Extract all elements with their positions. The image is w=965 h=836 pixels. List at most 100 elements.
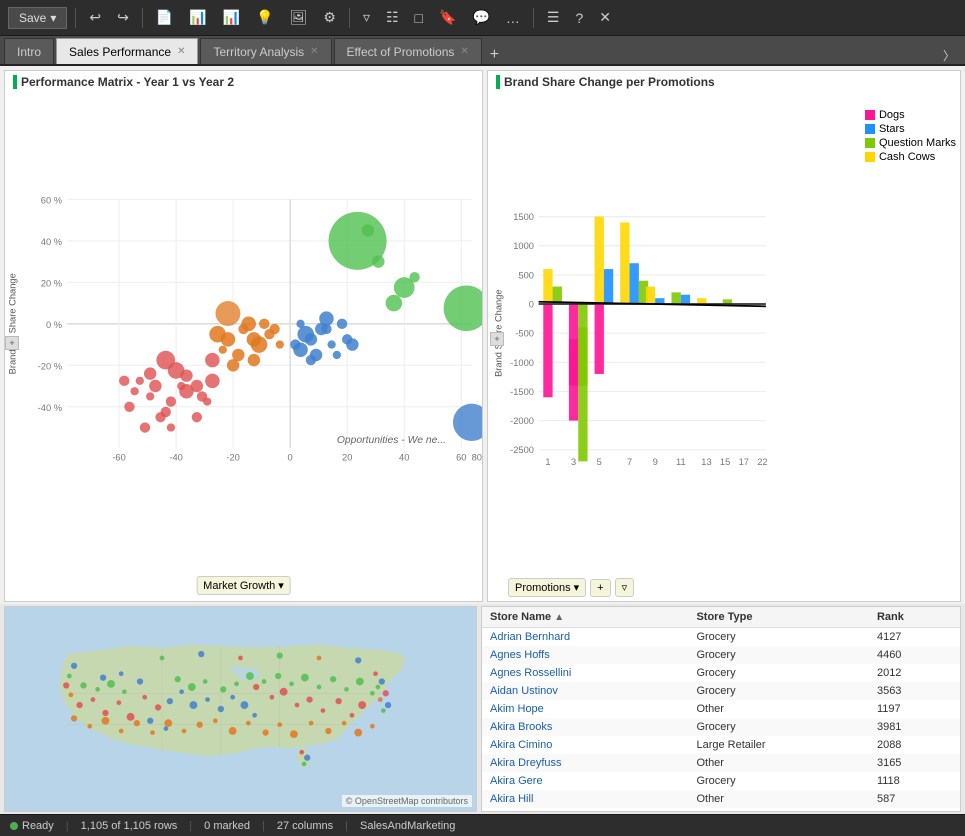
more-icon[interactable]: … (501, 7, 525, 29)
svg-text:-60: -60 (112, 453, 125, 463)
svg-text:1000: 1000 (513, 241, 534, 251)
save-dropdown-arrow[interactable]: ▾ (50, 11, 56, 25)
svg-text:20 %: 20 % (41, 278, 62, 288)
filter-icon[interactable]: ▿ (358, 6, 375, 29)
svg-text:-2000: -2000 (510, 416, 534, 426)
cell-store-type: Grocery (688, 628, 869, 647)
menu-icon[interactable]: ☰ (542, 6, 565, 29)
svg-text:-1500: -1500 (510, 387, 534, 397)
table-header-row: Store Name ▲ Store Type Rank (482, 607, 960, 628)
svg-text:-20: -20 (226, 453, 239, 463)
comment-icon[interactable]: 💬 (467, 6, 494, 29)
help-icon[interactable]: ? (570, 7, 588, 29)
filter-arrow: ▾ (278, 579, 284, 592)
svg-text:0 %: 0 % (46, 320, 62, 330)
table-row[interactable]: Akim Hope Other 1197 (482, 700, 960, 718)
tab-close-sales[interactable]: ✕ (177, 46, 185, 57)
bar-chart-body: + + 1500 1000 500 (488, 89, 960, 589)
cell-store-name: Akira Brooks (482, 718, 688, 736)
data-table: Store Name ▲ Store Type Rank Adrian Bern… (482, 607, 960, 808)
scatter-title: Performance Matrix - Year 1 vs Year 2 (21, 75, 234, 89)
column-count: 27 columns (277, 820, 333, 832)
bar-extra-filter[interactable]: ▿ (615, 578, 635, 597)
close-icon[interactable]: ✕ (594, 6, 616, 29)
bar-chart-accent (496, 75, 500, 89)
col-rank[interactable]: Rank (869, 607, 960, 628)
chart-icon[interactable]: 📊 (218, 6, 245, 29)
cell-store-type: Grocery (688, 718, 869, 736)
status-text: Ready (22, 820, 54, 832)
scatter-svg: 60 % 40 % 20 % 0 % -20 % -40 % -60 -40 -… (5, 89, 482, 569)
svg-text:80: 80 (472, 453, 482, 463)
table-row[interactable]: Aidan Ustinov Grocery 3563 (482, 682, 960, 700)
cell-rank: 4460 (869, 646, 960, 664)
table-row[interactable]: Akira Gere Grocery 1118 (482, 772, 960, 790)
bar-chart-svg: 1500 1000 500 0 -500 -1000 -1500 -2000 -… (492, 89, 865, 589)
add-tab-button[interactable]: + (484, 46, 505, 64)
table-row[interactable]: Agnes Rossellini Grocery 2012 (482, 664, 960, 682)
market-growth-filter[interactable]: Market Growth ▾ (196, 576, 291, 595)
table-row[interactable]: Akira Hill Other 587 (482, 790, 960, 808)
marked-count: 0 marked (204, 820, 250, 832)
redo-icon[interactable]: ↪ (112, 6, 134, 29)
image-icon[interactable]: 🖼 (285, 6, 313, 29)
svg-text:1: 1 (545, 457, 550, 467)
tab-intro[interactable]: Intro (4, 38, 54, 64)
table-row[interactable]: Akira Brooks Grocery 3981 (482, 718, 960, 736)
tab-close-territory[interactable]: ✕ (310, 46, 318, 57)
cell-store-name: Akira Hill (482, 790, 688, 808)
svg-text:0: 0 (288, 453, 293, 463)
svg-text:3: 3 (571, 457, 576, 467)
bookmark-icon[interactable]: 🔖 (434, 6, 461, 29)
svg-text:7: 7 (627, 457, 632, 467)
settings-icon[interactable]: ⚙ (318, 6, 341, 29)
save-button[interactable]: Save ▾ (8, 7, 67, 29)
tab-close-promotions[interactable]: ✕ (460, 46, 468, 57)
insight-icon[interactable]: 💡 (251, 6, 278, 29)
cell-store-name: Adrian Bernhard (482, 628, 688, 647)
svg-text:-40 %: -40 % (38, 403, 62, 413)
svg-text:500: 500 (518, 270, 534, 280)
bar-filter-area: Promotions ▾ + ▿ (508, 578, 634, 597)
scroll-down-btn[interactable]: + (5, 336, 19, 350)
table-row[interactable]: Akira Cimino Large Retailer 2088 (482, 736, 960, 754)
promotions-filter[interactable]: Promotions ▾ (508, 578, 586, 597)
svg-text:11: 11 (676, 457, 686, 467)
toolbar: Save ▾ ↩ ↪ 📄 📊 📊 💡 🖼 ⚙ ▿ ☷ □ 🔖 💬 … ☰ ? ✕ (0, 0, 965, 36)
cell-rank: 1197 (869, 700, 960, 718)
tab-sales-performance[interactable]: Sales Performance ✕ (56, 38, 198, 64)
cell-rank: 2088 (869, 736, 960, 754)
grid-icon[interactable]: ☷ (381, 6, 404, 29)
legend-question-marks: Question Marks (865, 137, 956, 149)
export-icon[interactable]: 📊 (184, 6, 211, 29)
map-svg (5, 607, 476, 811)
bar-scroll-down[interactable]: + (490, 332, 504, 346)
cell-store-type: Other (688, 754, 869, 772)
col-store-name[interactable]: Store Name ▲ (482, 607, 688, 628)
expand-icon[interactable]: □ (410, 7, 428, 29)
toolbar-separator (349, 8, 350, 28)
tab-overflow[interactable]: 〉 (937, 47, 961, 64)
cell-store-name: Agnes Hoffs (482, 646, 688, 664)
svg-text:9: 9 (653, 457, 658, 467)
question-marks-color (865, 138, 875, 148)
cell-rank: 3981 (869, 718, 960, 736)
bar-chart-title: Brand Share Change per Promotions (504, 75, 715, 89)
table-row[interactable]: Adrian Bernhard Grocery 4127 (482, 628, 960, 647)
right-panel: Brand Share Change per Promotions + + (485, 66, 965, 604)
tab-effect-promotions[interactable]: Effect of Promotions ✕ (334, 38, 482, 64)
svg-text:15: 15 (720, 457, 730, 467)
tab-territory-analysis[interactable]: Territory Analysis ✕ (200, 38, 331, 64)
svg-text:Brand A - Share Change: Brand A - Share Change (7, 273, 17, 374)
svg-text:-40: -40 (169, 453, 182, 463)
table-row[interactable]: Agnes Hoffs Grocery 4460 (482, 646, 960, 664)
bar-add-filter[interactable]: + (590, 579, 610, 597)
open-icon[interactable]: 📄 (151, 6, 178, 29)
table-row[interactable]: Akira Dreyfuss Other 3165 (482, 754, 960, 772)
bar-legend: Dogs Stars Question Marks Cash Cows (865, 89, 960, 589)
svg-text:1500: 1500 (513, 212, 534, 222)
col-store-type[interactable]: Store Type (688, 607, 869, 628)
cell-store-type: Large Retailer (688, 736, 869, 754)
tab-bar: Intro Sales Performance ✕ Territory Anal… (0, 36, 965, 66)
undo-icon[interactable]: ↩ (84, 6, 106, 29)
